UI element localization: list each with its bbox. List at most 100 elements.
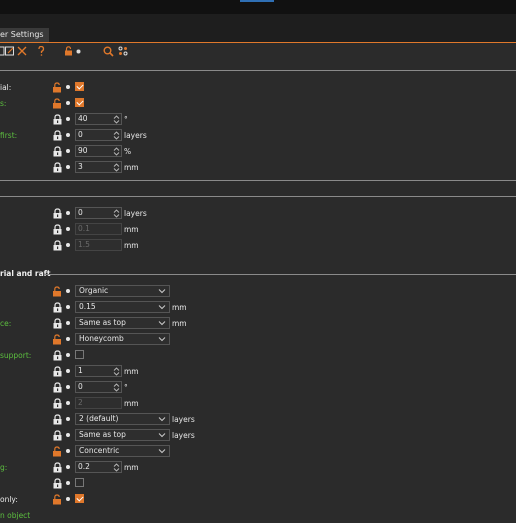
setting-unit: mm [124,241,139,250]
setting-checkbox[interactable] [75,350,84,359]
setting-dropdown[interactable]: Honeycomb [75,333,170,345]
setting-dropdown[interactable]: Same as top [75,317,170,329]
spin-arrows-icon[interactable] [113,463,120,472]
spin-arrows-icon[interactable] [113,163,120,172]
setting-label: s: [0,99,7,108]
toolbar-dot [76,45,81,57]
setting-checkbox[interactable] [75,82,84,91]
setting-input[interactable]: 0.1 [75,223,122,235]
modified-dot-icon [66,481,70,485]
spin-arrows-icon[interactable] [113,115,120,124]
setting-input[interactable]: 0 [75,129,122,141]
setting-checkbox[interactable] [75,478,84,487]
modified-dot-icon [66,149,70,153]
input-value: 2 [78,398,83,407]
input-value: 0 [78,208,83,217]
unlock-icon[interactable] [52,446,63,457]
setting-label: support: [0,351,32,360]
setting-row [0,476,516,491]
setting-row: 0 layers [0,206,516,221]
setting-row: Concentric [0,444,516,459]
lock-icon[interactable] [52,240,63,251]
setting-dropdown[interactable]: Concentric [75,445,170,457]
unlock-icon[interactable] [52,98,63,109]
lock-icon[interactable] [52,318,63,329]
dropdown-value: 2 (default) [79,414,119,423]
setting-input[interactable]: 3 [75,161,122,173]
settings-icon[interactable] [118,45,128,57]
setting-input[interactable]: 0.2 [75,461,122,473]
lock-icon[interactable] [52,162,63,173]
setting-row: 2 mm [0,396,516,411]
lock-icon[interactable] [52,430,63,441]
window-titlebar [0,0,516,14]
close-icon[interactable] [16,45,27,57]
setting-label: first: [0,131,18,140]
setting-unit: mm [172,303,187,312]
lock-icon[interactable] [52,398,63,409]
lock-icon[interactable] [52,414,63,425]
lock-icon[interactable] [52,478,63,489]
input-value: 90 [78,146,88,155]
spin-arrows-icon[interactable] [113,383,120,392]
setting-checkbox[interactable] [75,494,84,503]
edit-icon[interactable] [5,45,15,57]
input-value: 0.2 [78,462,90,471]
spin-arrows-icon[interactable] [113,209,120,218]
lock-icon[interactable] [52,146,63,157]
lock-icon[interactable] [52,462,63,473]
help-icon[interactable] [35,45,46,57]
setting-row: Honeycomb [0,332,516,347]
setting-input[interactable]: 40 [75,113,122,125]
unlock-icon[interactable] [52,334,63,345]
chevron-down-icon[interactable] [158,319,166,327]
setting-dropdown[interactable]: 2 (default) [75,413,170,425]
lock-icon[interactable] [52,114,63,125]
setting-row: support: [0,348,516,363]
chevron-down-icon[interactable] [158,431,166,439]
modified-dot-icon [66,165,70,169]
setting-dropdown[interactable]: 0.15 [75,301,170,313]
input-value: 1.5 [78,240,90,249]
spin-arrows-icon[interactable] [113,147,120,156]
modified-dot-icon [66,305,70,309]
chevron-down-icon[interactable] [158,415,166,423]
setting-input[interactable]: 1 [75,365,122,377]
titlebar-highlight [240,0,274,2]
setting-input[interactable]: 0 [75,381,122,393]
lock-icon[interactable] [52,350,63,361]
modified-dot-icon [66,401,70,405]
setting-input[interactable]: 0 [75,207,122,219]
modified-dot-icon [66,321,70,325]
lock-icon[interactable] [52,224,63,235]
setting-label: only: [0,495,18,504]
unlock-icon[interactable] [52,494,63,505]
setting-dropdown[interactable]: Organic [75,285,170,297]
setting-dropdown[interactable]: Same as top [75,429,170,441]
unlock-icon[interactable] [64,45,74,57]
spin-arrows-icon[interactable] [113,367,120,376]
chevron-down-icon[interactable] [158,287,166,295]
tab-filament-settings[interactable]: er Settings [0,28,49,42]
setting-row: 1.5 mm [0,238,516,253]
chevron-down-icon[interactable] [158,335,166,343]
modified-dot-icon [66,101,70,105]
chevron-down-icon[interactable] [158,303,166,311]
setting-input[interactable]: 90 [75,145,122,157]
chevron-down-icon[interactable] [158,447,166,455]
setting-row: s: [0,96,516,111]
lock-icon[interactable] [52,130,63,141]
lock-icon[interactable] [52,366,63,377]
setting-checkbox[interactable] [75,98,84,107]
search-icon[interactable] [103,45,114,57]
setting-row: only: [0,492,516,507]
lock-icon[interactable] [52,382,63,393]
unlock-icon[interactable] [52,286,63,297]
spin-arrows-icon[interactable] [113,131,120,140]
lock-icon[interactable] [52,208,63,219]
lock-icon[interactable] [52,302,63,313]
setting-input[interactable]: 1.5 [75,239,122,251]
setting-input[interactable]: 2 [75,397,122,409]
unlock-icon[interactable] [52,82,63,93]
modified-dot-icon [66,243,70,247]
